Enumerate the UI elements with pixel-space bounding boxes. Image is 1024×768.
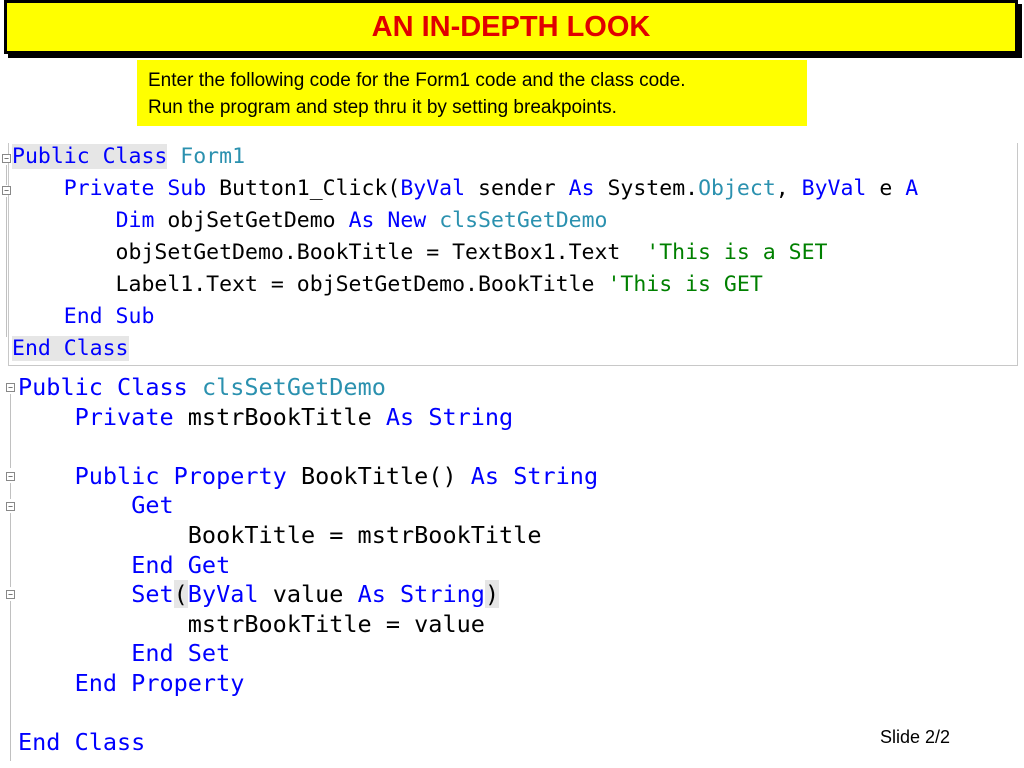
form1-code-line: End Class <box>12 336 129 361</box>
form1-code-line: objSetGetDemo.BookTitle = TextBox1.Text … <box>12 240 828 265</box>
collapse-toggle-icon[interactable] <box>2 186 11 195</box>
code-token: Public Class <box>18 373 188 401</box>
code-token: End Property <box>74 669 245 697</box>
code-token: Button1_Click( <box>206 176 401 201</box>
code-token: Object <box>698 176 776 201</box>
form1-code-panel: Public Class Form1 Private Sub Button1_C… <box>0 143 1018 366</box>
class-code-line: Private mstrBookTitle As String <box>18 403 514 431</box>
code-token: Private <box>74 403 174 431</box>
code-token: End Get <box>131 551 231 579</box>
code-token: System. <box>594 176 699 201</box>
form1-code-line: Label1.Text = objSetGetDemo.BookTitle 'T… <box>12 272 763 297</box>
collapse-toggle-icon[interactable] <box>6 383 15 392</box>
code-token: 'This is a SET <box>646 240 828 265</box>
class-code-line: Public Property BookTitle() As String <box>18 462 599 490</box>
instruction-line: Enter the following code for the Form1 c… <box>148 70 686 91</box>
code-token: clsSetGetDemo <box>201 373 386 401</box>
code-token: Get <box>131 491 174 519</box>
outline-guide <box>10 601 11 761</box>
slide-number: Slide 2/2 <box>880 727 951 747</box>
code-token: objSetGetDemo <box>154 208 349 233</box>
class-code-panel: Public Class clsSetGetDemo Private mstrB… <box>0 372 1024 768</box>
code-token: 'This is GET <box>607 272 763 297</box>
class-code-line: mstrBookTitle = value <box>18 610 485 638</box>
outline-guide <box>6 165 7 185</box>
code-token: objSetGetDemo.BookTitle = TextBox1.Text <box>12 240 647 265</box>
code-token: Private Sub <box>63 176 207 201</box>
collapse-toggle-icon[interactable] <box>6 590 15 599</box>
collapse-toggle-icon[interactable] <box>2 154 11 163</box>
collapse-toggle-icon[interactable] <box>6 502 15 511</box>
code-token: A <box>905 176 919 201</box>
code-token: BookTitle() <box>286 462 471 490</box>
collapse-toggle-icon[interactable] <box>6 472 15 481</box>
code-token: As String <box>470 462 599 490</box>
form1-code-line: End Sub <box>12 304 155 329</box>
outline-guide <box>10 483 11 499</box>
form1-code-line: Private Sub Button1_Click(ByVal sender A… <box>12 176 918 201</box>
class-code-line: Get <box>18 491 174 519</box>
class-code-line: End Set <box>18 639 230 667</box>
slide-title: AN IN-DEPTH LOOK <box>371 11 651 43</box>
outline-guide <box>10 394 11 468</box>
code-token: Public Property <box>74 462 287 490</box>
instructions-box: Enter the following code for the Form1 c… <box>137 60 807 126</box>
code-token: sender <box>465 176 569 201</box>
code-token: As String <box>385 403 514 431</box>
code-token: ) <box>484 580 500 608</box>
code-token: ByVal <box>801 176 867 201</box>
class-code-line: End Class <box>18 728 145 756</box>
code-token: value <box>258 580 358 608</box>
class-code-line: End Property <box>18 669 245 697</box>
code-token: BookTitle = mstrBookTitle <box>18 521 542 549</box>
code-token: Public Class <box>12 144 168 169</box>
form1-code-line: Dim objSetGetDemo As New clsSetGetDemo <box>12 208 608 233</box>
code-token: ByVal <box>400 176 466 201</box>
code-token: Label1.Text = objSetGetDemo.BookTitle <box>12 272 608 297</box>
code-token: Set <box>131 580 174 608</box>
title-banner: AN IN-DEPTH LOOK <box>4 0 1018 54</box>
outline-guide <box>10 513 11 587</box>
code-token: End Class <box>18 728 146 756</box>
code-token: As New <box>348 208 427 233</box>
class-code-line: End Get <box>18 551 230 579</box>
code-token: e <box>866 176 906 201</box>
code-token: mstrBookTitle <box>173 403 386 431</box>
code-token: , <box>775 176 802 201</box>
instruction-line: Run the program and step thru it by sett… <box>148 97 617 118</box>
class-code-line: Set(ByVal value As String) <box>18 580 500 608</box>
code-token: As String <box>357 580 485 608</box>
code-token: End Sub <box>63 304 155 329</box>
form1-code-line: Public Class Form1 <box>12 144 245 169</box>
code-token: ByVal <box>187 580 259 608</box>
code-token: mstrBookTitle = value <box>18 610 485 638</box>
class-code-line: BookTitle = mstrBookTitle <box>18 521 542 549</box>
class-code-line: Public Class clsSetGetDemo <box>18 373 386 401</box>
outline-guide <box>6 197 7 337</box>
code-token: End Class <box>12 336 129 361</box>
code-token: End Set <box>131 639 231 667</box>
code-token: ( <box>173 580 188 608</box>
code-token: clsSetGetDemo <box>439 208 608 233</box>
code-token: As <box>568 176 595 201</box>
code-token: Dim <box>115 208 155 233</box>
code-token: Form1 <box>180 144 246 169</box>
